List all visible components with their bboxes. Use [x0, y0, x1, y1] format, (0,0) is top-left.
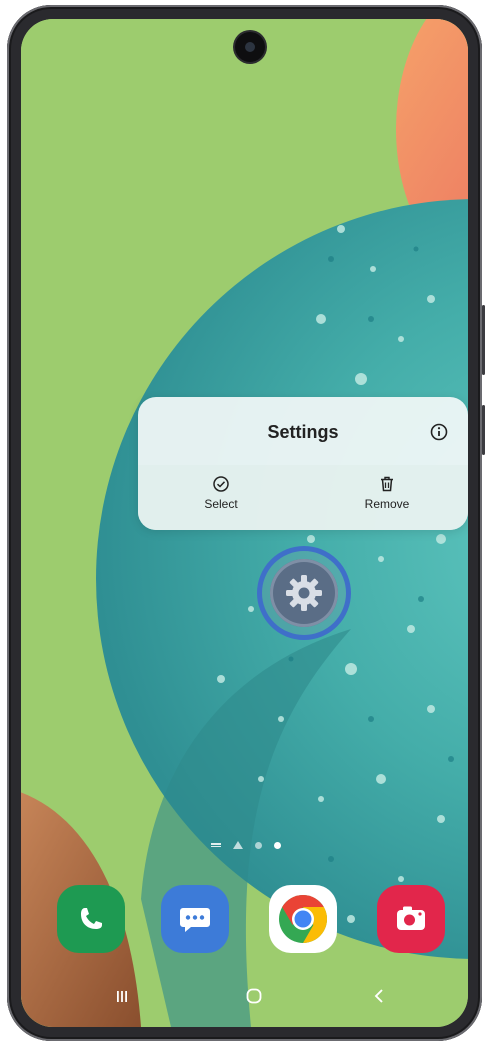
select-button[interactable]: Select: [166, 475, 276, 511]
info-icon[interactable]: [428, 421, 450, 443]
page-dot: [255, 841, 262, 849]
page-dot-active: [274, 841, 281, 849]
context-menu-title: Settings: [267, 422, 339, 442]
trash-icon: [381, 476, 393, 492]
camera-icon: [397, 906, 425, 930]
phone-app[interactable]: [57, 885, 125, 953]
navigation-bar: [21, 977, 468, 1013]
app-context-menu: Settings Select Remove: [138, 397, 468, 530]
settings-app-icon[interactable]: [270, 559, 338, 627]
page-indicator-home: [233, 841, 243, 849]
phone-icon: [81, 908, 102, 929]
messages-icon: [180, 908, 210, 932]
back-button[interactable]: [364, 983, 394, 1009]
remove-button[interactable]: Remove: [332, 475, 442, 511]
home-button[interactable]: [239, 983, 269, 1009]
check-circle-icon: [213, 476, 229, 492]
volume-button: [482, 305, 485, 375]
recents-button[interactable]: [107, 983, 137, 1009]
power-button: [482, 405, 485, 455]
camera-app[interactable]: [377, 885, 445, 953]
home-icon: [246, 988, 262, 1004]
chrome-icon: [279, 895, 328, 943]
front-camera: [235, 32, 265, 62]
home-screen: Settings Select Remove: [21, 19, 468, 1027]
select-label: Select: [204, 497, 238, 511]
back-icon: [374, 989, 383, 1003]
gear-icon: [286, 575, 322, 611]
app-dock: [21, 885, 468, 957]
page-indicator: [211, 838, 311, 852]
page-indicator-menu: [211, 843, 221, 847]
chrome-app[interactable]: [269, 885, 337, 953]
remove-label: Remove: [364, 497, 410, 511]
recents-icon: [117, 991, 127, 1002]
messages-app[interactable]: [161, 885, 229, 953]
